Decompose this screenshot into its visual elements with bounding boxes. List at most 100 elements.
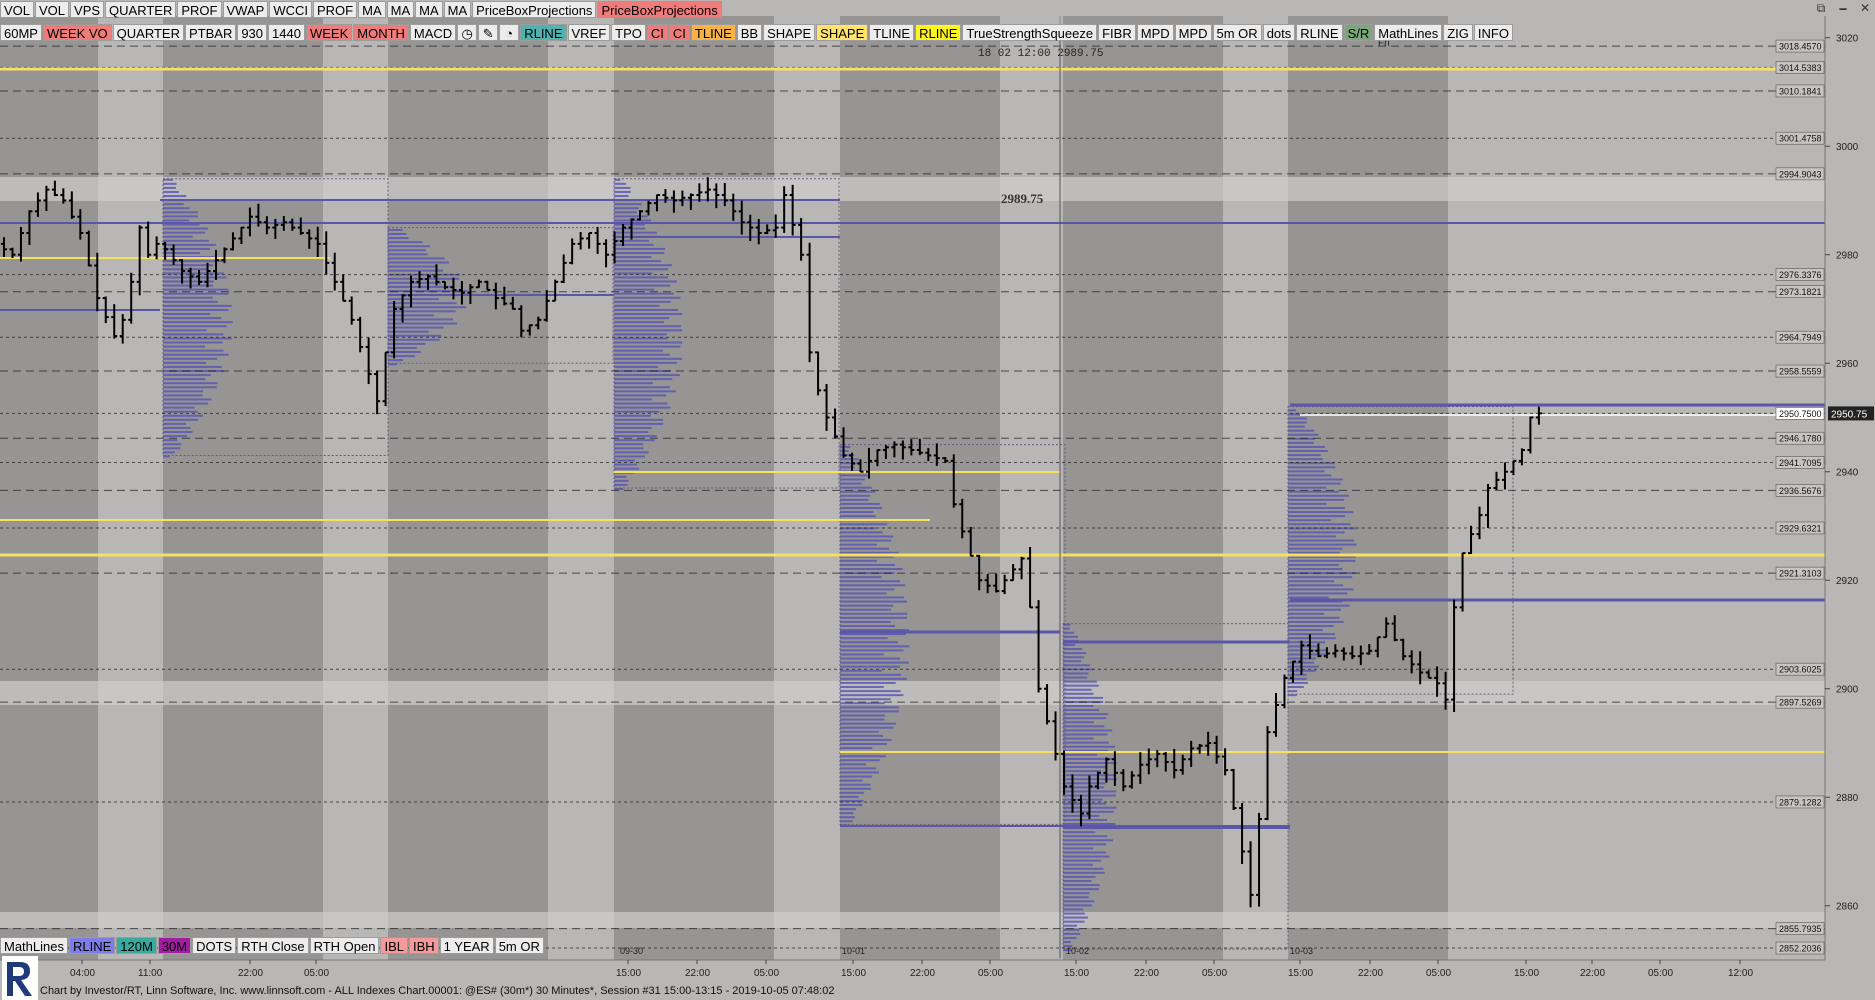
status-bar: Chart by Investor/RT, Linn Software, Inc… bbox=[40, 985, 835, 997]
toolbar-button-fibr[interactable]: FIBR bbox=[1098, 24, 1136, 41]
close-window-button[interactable]: ✕ bbox=[1854, 0, 1875, 16]
level-price-label: 2903.6025 bbox=[1779, 665, 1822, 675]
toolbar-button-vol[interactable]: VOL bbox=[0, 1, 35, 18]
toolbar-button-ma[interactable]: MA bbox=[358, 1, 386, 18]
restore-window-button[interactable]: ⧉ bbox=[1810, 0, 1832, 16]
toolbar-button-120m[interactable]: 120M bbox=[116, 937, 157, 954]
toolbar-button-930[interactable]: 930 bbox=[237, 24, 268, 41]
toolbar-button-vref[interactable]: VREF bbox=[567, 24, 611, 41]
toolbar-button-tline[interactable]: TLINE bbox=[869, 24, 915, 41]
toolbar-button-dots[interactable]: DOTS bbox=[192, 937, 237, 954]
toolbar-button-mpd[interactable]: MPD bbox=[1136, 24, 1174, 41]
toolbar-button-bb[interactable]: BB bbox=[736, 24, 763, 41]
toolbar-button-rline[interactable]: RLINE bbox=[915, 24, 962, 41]
toolbar-button-ci[interactable]: CI bbox=[668, 24, 690, 41]
toolbar-button-quarter[interactable]: QUARTER bbox=[105, 1, 177, 18]
time-axis-tick: 15:00 bbox=[616, 968, 641, 979]
investor-rt-logo bbox=[2, 956, 38, 1000]
toolbar-button-mathlines[interactable]: MathLines bbox=[1374, 24, 1443, 41]
toolbar-button-week[interactable]: WEEK bbox=[305, 24, 353, 41]
price-bar bbox=[1510, 459, 1517, 476]
toolbar-button-rline[interactable]: RLINE bbox=[1296, 24, 1343, 41]
toolbar-button-5m-or[interactable]: 5m OR bbox=[1212, 24, 1262, 41]
level-price-label: 3018.4570 bbox=[1779, 42, 1822, 52]
price-bar bbox=[153, 236, 160, 260]
toolbar-button-rth-open[interactable]: RTH Open bbox=[309, 937, 380, 954]
toolbar-button-priceboxprojections[interactable]: PriceBoxProjections bbox=[472, 1, 597, 18]
price-bar bbox=[569, 238, 576, 265]
toolbar-button-rth-close[interactable]: RTH Close bbox=[237, 937, 309, 954]
price-bar bbox=[586, 232, 593, 249]
toolbar-button-ptbar[interactable]: PTBAR bbox=[184, 24, 237, 41]
price-bar bbox=[1459, 552, 1466, 612]
pencil-icon[interactable]: ✎ bbox=[478, 24, 499, 41]
minimize-window-button[interactable]: 🗕 bbox=[1832, 0, 1854, 16]
toolbar-button-mpd[interactable]: MPD bbox=[1174, 24, 1212, 41]
time-axis-tick: 22:00 bbox=[910, 968, 935, 979]
price-chart[interactable]: 3020 3000 2980 2960 2940 2920 2900 2880 2860 301… bbox=[0, 0, 1875, 1000]
toolbar-button-shape[interactable]: SHAPE bbox=[816, 24, 869, 41]
level-price-label: 2958.5559 bbox=[1779, 367, 1822, 377]
level-price-label: 2929.6321 bbox=[1779, 523, 1822, 533]
toolbar-button-prof[interactable]: PROF bbox=[312, 1, 358, 18]
toolbar-button-quarter[interactable]: QUARTER bbox=[112, 24, 184, 41]
toolbar-button-30m[interactable]: 30M bbox=[157, 937, 192, 954]
toolbar-button-priceboxprojections[interactable]: PriceBoxProjections bbox=[597, 1, 722, 18]
toolbar-button-60mp[interactable]: 60MP bbox=[0, 24, 42, 41]
toolbar-button-ma[interactable]: MA bbox=[415, 1, 443, 18]
toolbar-button-rline[interactable]: RLINE bbox=[520, 24, 567, 41]
toolbar-button-tline[interactable]: TLINE bbox=[690, 24, 736, 41]
toolbar-button-5m-or[interactable]: 5m OR bbox=[494, 937, 544, 954]
toolbar-button-vps[interactable]: VPS bbox=[70, 1, 105, 18]
price-bar bbox=[1230, 768, 1237, 811]
price-bar bbox=[815, 351, 822, 396]
toolbar-button-shape[interactable]: SHAPE bbox=[763, 24, 816, 41]
toolbar-button-s-r[interactable]: S/R bbox=[1343, 24, 1374, 41]
drop-icon[interactable]: ◔ bbox=[499, 24, 520, 41]
level-price-label: 2973.1821 bbox=[1779, 287, 1822, 297]
time-axis-tick: 22:00 bbox=[238, 968, 263, 979]
toolbar-button-ibh[interactable]: IBH bbox=[409, 937, 439, 954]
toolbar-button-1440[interactable]: 1440 bbox=[268, 24, 305, 41]
price-axis-tick: 2880 bbox=[1836, 793, 1859, 804]
session-date-label: 09-30 bbox=[620, 946, 643, 956]
time-axis-tick: 15:00 bbox=[1288, 968, 1313, 979]
toolbar-button-info[interactable]: INFO bbox=[1473, 24, 1513, 41]
level-price-label: 2941.7095 bbox=[1779, 458, 1822, 468]
current-price-badge: 2950.75 bbox=[1831, 409, 1868, 420]
toolbar-button-zig[interactable]: ZIG bbox=[1443, 24, 1473, 41]
toolbar-button-ma[interactable]: MA bbox=[443, 1, 472, 18]
price-bar bbox=[552, 279, 559, 302]
price-axis-tick: 3020 bbox=[1836, 34, 1859, 45]
toolbar-button-week-vo[interactable]: WEEK VO bbox=[42, 24, 112, 41]
indicator-toolbar-bottom: MathLines RLINE 120M 30M DOTS RTH Close RTH Op… bbox=[0, 936, 544, 955]
price-bar bbox=[348, 296, 355, 325]
toolbar-button-tpo[interactable]: TPO bbox=[611, 24, 646, 41]
toolbar-button-wcci[interactable]: WCCI bbox=[269, 1, 312, 18]
toolbar-button-dots[interactable]: dots bbox=[1262, 24, 1296, 41]
toolbar-button-truestrengthsqueeze[interactable]: TrueStrengthSqueeze bbox=[962, 24, 1098, 41]
toolbar-button-macd[interactable]: MACD bbox=[409, 24, 457, 41]
toolbar-button-vwap[interactable]: VWAP bbox=[222, 1, 269, 18]
price-bar bbox=[832, 408, 839, 439]
toolbar-button-ma[interactable]: MA bbox=[386, 1, 415, 18]
price-bar bbox=[331, 252, 338, 291]
clock-icon[interactable]: ◷ bbox=[457, 24, 478, 41]
price-bar bbox=[1476, 506, 1483, 540]
toolbar-button-month[interactable]: MONTH bbox=[353, 24, 409, 41]
price-bar bbox=[1264, 726, 1271, 821]
level-price-label: 2855.7935 bbox=[1779, 924, 1822, 934]
session-date-label: 10-03 bbox=[1290, 946, 1313, 956]
toolbar-button-rline[interactable]: RLINE bbox=[68, 937, 116, 954]
time-axis-tick: 05:00 bbox=[1648, 968, 1673, 979]
price-axis-tick: 2900 bbox=[1836, 685, 1859, 696]
toolbar-button-vol[interactable]: VOL bbox=[35, 1, 70, 18]
price-bar bbox=[323, 231, 330, 275]
price-axis-tick: 2920 bbox=[1836, 576, 1859, 587]
toolbar-button-ci[interactable]: CI bbox=[646, 24, 668, 41]
toolbar-button-1-year[interactable]: 1 YEAR bbox=[439, 937, 494, 954]
toolbar-button-mathlines[interactable]: MathLines bbox=[0, 937, 68, 954]
toolbar-button-prof[interactable]: PROF bbox=[177, 1, 222, 18]
time-axis-tick: 11:00 bbox=[138, 968, 163, 979]
toolbar-button-ibl[interactable]: IBL bbox=[380, 937, 408, 954]
